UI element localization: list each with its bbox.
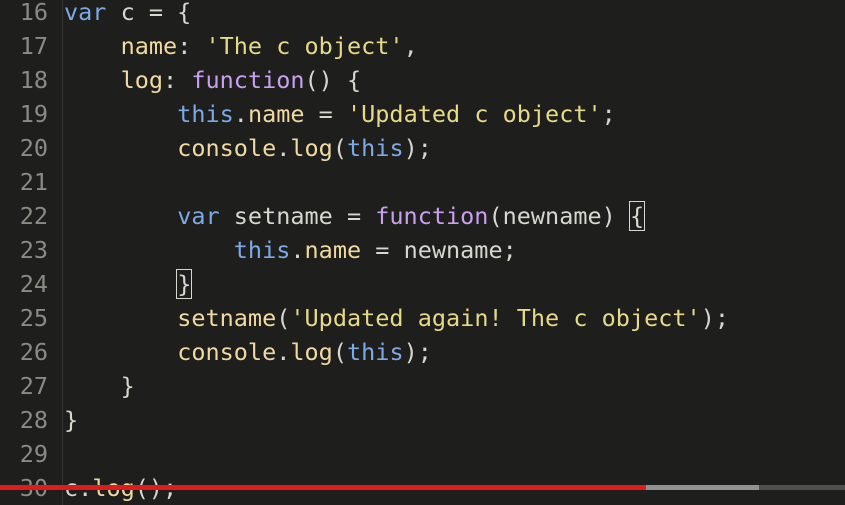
code-token: 'The c object' bbox=[205, 32, 404, 60]
code-token: . bbox=[276, 338, 291, 366]
line-number: 29 bbox=[19, 440, 48, 468]
code-line[interactable]: 24 } bbox=[0, 267, 845, 301]
code-text: } bbox=[64, 267, 193, 301]
code-line[interactable]: 19 this.name = 'Updated c object'; bbox=[0, 97, 845, 131]
code-line[interactable]: 25 setname('Updated again! The c object'… bbox=[0, 301, 845, 335]
code-line[interactable]: 17 name: 'The c object', bbox=[0, 29, 845, 63]
bracket-match-highlight: { bbox=[628, 201, 646, 231]
code-token: ( bbox=[332, 134, 347, 162]
line-number: 25 bbox=[19, 304, 48, 332]
code-text: name: 'The c object', bbox=[64, 29, 418, 63]
code-token: this bbox=[347, 338, 404, 366]
code-token: console bbox=[177, 134, 277, 162]
code-token: , bbox=[403, 32, 418, 60]
line-number: 16 bbox=[19, 0, 48, 26]
code-token: = bbox=[304, 100, 347, 128]
code-text: var c = { bbox=[64, 0, 191, 29]
line-number: 21 bbox=[19, 168, 48, 196]
video-progress-bar[interactable] bbox=[0, 485, 845, 490]
code-token: log bbox=[290, 338, 333, 366]
code-token: : bbox=[177, 32, 206, 60]
code-token: c = { bbox=[120, 0, 192, 26]
code-token: 'Updated c object' bbox=[346, 100, 602, 128]
code-line[interactable]: 16 var c = { bbox=[0, 0, 845, 29]
code-token: name bbox=[120, 32, 178, 60]
code-token: this bbox=[233, 236, 291, 264]
line-number: 18 bbox=[19, 66, 48, 94]
code-line[interactable]: 22 var setname = function(newname) { bbox=[0, 199, 845, 233]
code-token: } bbox=[64, 406, 79, 434]
line-number: 19 bbox=[19, 100, 48, 128]
code-text: } bbox=[64, 403, 78, 437]
video-played-bar bbox=[0, 485, 647, 490]
code-token: . bbox=[233, 100, 248, 128]
code-token: = newname; bbox=[361, 236, 517, 264]
code-token: log bbox=[120, 66, 164, 94]
line-number: 23 bbox=[19, 236, 48, 264]
code-text: console.log(this); bbox=[64, 131, 432, 165]
code-token: this bbox=[347, 134, 404, 162]
code-token: . bbox=[290, 236, 305, 264]
line-number: 24 bbox=[19, 270, 48, 298]
line-number: 26 bbox=[19, 338, 48, 366]
code-token: ( bbox=[276, 304, 291, 332]
code-line[interactable]: 18 log: function() { bbox=[0, 63, 845, 97]
code-line[interactable]: 26 console.log(this); bbox=[0, 335, 845, 369]
code-token: ); bbox=[403, 338, 432, 366]
code-line[interactable]: 27 } bbox=[0, 369, 845, 403]
code-line[interactable]: 23 this.name = newname; bbox=[0, 233, 845, 267]
code-token: name bbox=[304, 236, 362, 264]
code-line[interactable]: 20 console.log(this); bbox=[0, 131, 845, 165]
line-number: 22 bbox=[19, 202, 48, 230]
code-token: log bbox=[290, 134, 333, 162]
code-token: 'Updated again! The c object' bbox=[290, 304, 701, 332]
code-token: function bbox=[375, 202, 489, 230]
code-text: log: function() { bbox=[64, 63, 362, 97]
code-token: ; bbox=[601, 100, 616, 128]
code-token: setname = bbox=[233, 202, 376, 230]
code-token: ( bbox=[332, 338, 347, 366]
code-line[interactable]: 29 bbox=[0, 437, 845, 471]
code-text: } bbox=[64, 369, 135, 403]
code-token: ); bbox=[403, 134, 432, 162]
code-token: (newname) bbox=[488, 202, 630, 230]
code-token: } bbox=[64, 372, 135, 400]
code-text: this.name = newname; bbox=[64, 233, 517, 267]
line-number: 27 bbox=[19, 372, 48, 400]
code-token: () { bbox=[304, 66, 362, 94]
code-token: var bbox=[177, 202, 234, 230]
code-token: ); bbox=[700, 304, 729, 332]
code-token: . bbox=[276, 134, 291, 162]
code-text: this.name = 'Updated c object'; bbox=[64, 97, 616, 131]
bracket-match-highlight: } bbox=[176, 269, 193, 299]
code-token: setname bbox=[177, 304, 277, 332]
line-number: 20 bbox=[19, 134, 48, 162]
code-text: console.log(this); bbox=[64, 335, 432, 369]
code-token: var bbox=[64, 0, 121, 26]
code-line[interactable]: 28} bbox=[0, 403, 845, 437]
code-line[interactable]: 21 bbox=[0, 165, 845, 199]
line-number: 17 bbox=[19, 32, 48, 60]
code-token: function bbox=[191, 66, 305, 94]
code-token: : bbox=[163, 66, 192, 94]
code-text: setname('Updated again! The c object'); bbox=[64, 301, 729, 335]
code-token: console bbox=[177, 338, 277, 366]
line-number: 28 bbox=[19, 406, 48, 434]
code-editor[interactable]: 16 var c = {17 name: 'The c object', 18 lo… bbox=[0, 0, 845, 505]
code-token: name bbox=[247, 100, 305, 128]
code-text: var setname = function(newname) { bbox=[64, 199, 646, 233]
code-token: this bbox=[177, 100, 234, 128]
